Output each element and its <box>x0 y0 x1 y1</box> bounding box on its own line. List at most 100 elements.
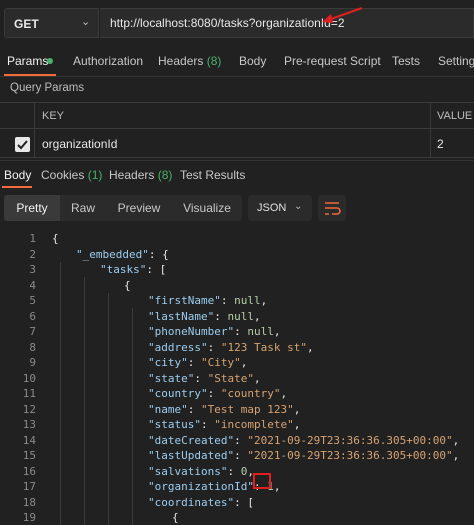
code-line: "phoneNumber": null, <box>148 325 280 338</box>
wrap-lines-icon <box>318 195 346 221</box>
code-token: , <box>261 294 268 307</box>
code-token: "state" <box>148 372 194 385</box>
divider <box>34 102 35 158</box>
code-token: , <box>274 325 281 338</box>
code-line: { <box>52 232 59 245</box>
code-token: : <box>208 387 221 400</box>
tab-authorization[interactable]: Authorization <box>73 54 143 68</box>
line-number: 1 <box>0 232 36 245</box>
chevron-down-icon: ⌄ <box>294 201 302 212</box>
view-pretty-button[interactable]: Pretty <box>4 195 60 221</box>
code-line: "firstName": null, <box>148 294 267 307</box>
tab-cookies[interactable]: Cookies (1) <box>41 168 102 182</box>
code-token: , <box>453 449 460 462</box>
key-column-header: KEY <box>42 110 64 122</box>
code-token: { <box>172 511 179 524</box>
line-number: 3 <box>0 263 36 276</box>
active-tab-indicator <box>2 186 32 188</box>
line-number: 14 <box>0 434 36 447</box>
view-visualize-button[interactable]: Visualize <box>172 195 242 221</box>
response-body-viewer[interactable]: 1{2"_embedded": {3"tasks": [4{5"firstNam… <box>0 231 474 517</box>
code-token: "2021-09-29T23:36:36.305+00:00" <box>247 449 452 462</box>
code-token: "status" <box>148 418 201 431</box>
view-raw-button[interactable]: Raw <box>60 195 106 221</box>
response-tabs: Body Cookies (1) Headers (8) Test Result… <box>0 160 474 191</box>
tab-body[interactable]: Body <box>239 54 266 68</box>
format-label: JSON <box>257 202 286 214</box>
code-token: , <box>280 387 287 400</box>
indent-guide <box>108 293 109 525</box>
tab-response-body[interactable]: Body <box>4 168 31 182</box>
code-token: : <box>234 449 247 462</box>
code-token: "Test map 123" <box>201 403 294 416</box>
param-value-cell[interactable]: 2 <box>437 137 444 151</box>
tab-pre-request-script[interactable]: Pre-request Script <box>284 54 381 68</box>
code-token: { <box>124 279 131 292</box>
code-token: , <box>274 480 281 493</box>
code-token: "State" <box>208 372 254 385</box>
code-line: "state": "State", <box>148 372 261 385</box>
code-token: : [ <box>234 496 254 509</box>
red-arrow-annotation-icon <box>318 4 366 26</box>
code-token: "salvations" <box>148 465 227 478</box>
code-token: : [ <box>146 263 166 276</box>
tab-params[interactable]: Params <box>7 54 48 68</box>
code-line: "coordinates": [ <box>148 496 254 509</box>
line-number: 7 <box>0 325 36 338</box>
line-number: 16 <box>0 465 36 478</box>
line-number: 17 <box>0 480 36 493</box>
code-token: : <box>214 310 227 323</box>
indent-guide <box>132 308 133 525</box>
format-select[interactable]: JSON ⌄ <box>248 195 312 221</box>
code-line: "_embedded": { <box>76 248 169 261</box>
code-line: "salvations": 0, <box>148 465 254 478</box>
code-token: : { <box>149 248 169 261</box>
param-key-cell[interactable]: organizationId <box>42 137 117 151</box>
url-input[interactable]: http://localhost:8080/tasks?organization… <box>100 8 474 38</box>
tab-tests[interactable]: Tests <box>392 54 420 68</box>
tab-test-results[interactable]: Test Results <box>180 168 245 182</box>
indent-guide <box>60 262 61 525</box>
line-number: 18 <box>0 496 36 509</box>
tab-response-headers[interactable]: Headers (8) <box>109 168 172 182</box>
request-tabs: Params Authorization Headers (8) Body Pr… <box>0 46 474 78</box>
line-number: 19 <box>0 511 36 524</box>
params-table: KEY VALUE organizationId 2 <box>0 102 474 158</box>
code-token: "tasks" <box>100 263 146 276</box>
query-params-title: Query Params <box>10 82 84 94</box>
code-token: "country" <box>148 387 208 400</box>
code-token: , <box>241 356 248 369</box>
method-label: GET <box>14 17 39 31</box>
method-select[interactable]: GET ⌄ <box>4 8 99 38</box>
line-number: 4 <box>0 279 36 292</box>
code-token: "dateCreated" <box>148 434 234 447</box>
line-number: 8 <box>0 341 36 354</box>
code-line: "dateCreated": "2021-09-29T23:36:36.305+… <box>148 434 459 447</box>
line-number: 12 <box>0 403 36 416</box>
code-line: { <box>124 279 131 292</box>
tab-headers[interactable]: Headers (8) <box>158 54 221 68</box>
tab-settings[interactable]: Settings <box>438 54 474 68</box>
code-token: : <box>201 418 214 431</box>
divider <box>0 128 474 129</box>
url-bar: GET ⌄ http://localhost:8080/tasks?organi… <box>0 0 474 46</box>
code-token: , <box>307 341 314 354</box>
code-line: "address": "123 Task st", <box>148 341 314 354</box>
code-token: : <box>188 403 201 416</box>
wrap-lines-button[interactable] <box>318 195 346 221</box>
line-number: 11 <box>0 387 36 400</box>
code-token: "organizationId" <box>148 480 254 493</box>
code-line: "lastName": null, <box>148 310 261 323</box>
code-line: "name": "Test map 123", <box>148 403 300 416</box>
view-mode-bar: Pretty Raw Preview Visualize JSON ⌄ <box>0 193 474 225</box>
code-line: "country": "country", <box>148 387 287 400</box>
divider <box>0 102 474 103</box>
code-token: , <box>453 434 460 447</box>
line-number: 9 <box>0 356 36 369</box>
code-token: "lastName" <box>148 310 214 323</box>
view-preview-button[interactable]: Preview <box>106 195 172 221</box>
code-token: "city" <box>148 356 188 369</box>
code-token: "address" <box>148 341 208 354</box>
value-column-header: VALUE <box>437 110 472 122</box>
param-enabled-checkbox[interactable] <box>15 137 30 152</box>
